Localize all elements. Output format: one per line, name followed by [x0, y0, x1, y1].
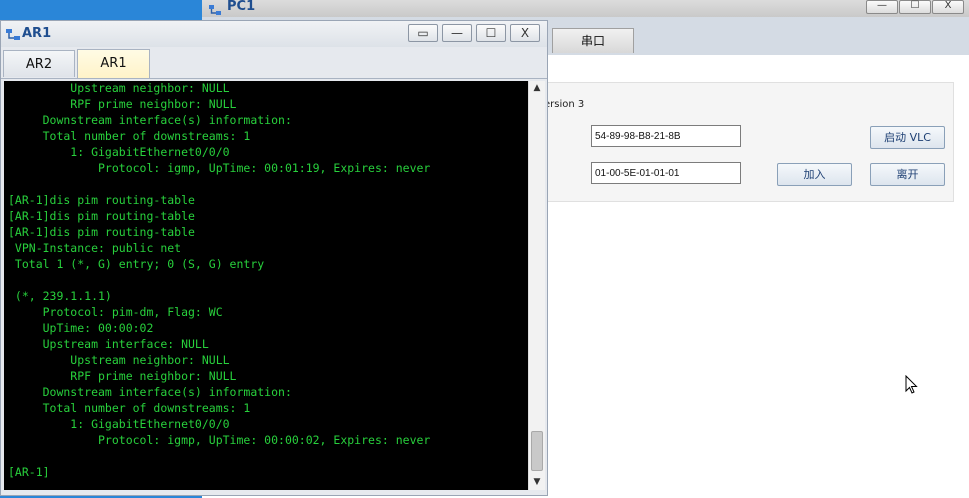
multicast-group-field[interactable]: 01-00-5E-01-01-01: [591, 162, 741, 184]
pc1-titlebar[interactable]: PC1 — ☐ X: [202, 0, 969, 17]
console-line: [AR-1]dis pim routing-table: [8, 225, 195, 239]
console-line: Upstream neighbor: NULL: [8, 81, 230, 95]
console-tabs: AR2 AR1: [1, 47, 547, 79]
console-line: Upstream neighbor: NULL: [8, 353, 230, 367]
console-line: Protocol: igmp, UpTime: 00:01:19, Expire…: [8, 161, 431, 175]
version-label: ersion 3: [544, 99, 585, 110]
network-device-icon: [208, 2, 222, 15]
pc1-minimize-button[interactable]: —: [866, 0, 898, 14]
tab-serial[interactable]: 串口: [552, 28, 634, 53]
ar1-title: AR1: [22, 26, 52, 41]
leave-button[interactable]: 离开: [870, 163, 945, 186]
console-line: (*, 239.1.1.1): [8, 289, 112, 303]
console-line: Protocol: igmp, UpTime: 00:00:02, Expire…: [8, 433, 431, 447]
router-icon: [5, 27, 21, 42]
console-line: RPF prime neighbor: NULL: [8, 369, 237, 383]
start-vlc-button[interactable]: 启动 VLC: [870, 126, 945, 149]
console-line: Upstream interface: NULL: [8, 337, 209, 351]
terminal-lines: Upstream neighbor: NULL RPF prime neighb…: [8, 81, 430, 480]
console-line: UpTime: 00:00:02: [8, 321, 154, 335]
ar1-minimize-button[interactable]: —: [442, 24, 472, 42]
ar1-titlebar[interactable]: AR1 ▭ — ☐ X: [1, 21, 547, 47]
console-line: [AR-1]dis pim routing-table: [8, 209, 195, 223]
console-line: Downstream interface(s) information:: [8, 113, 292, 127]
console-line: Total 1 (*, G) entry; 0 (S, G) entry: [8, 257, 265, 271]
console-line: Protocol: pim-dm, Flag: WC: [8, 305, 223, 319]
console-line: VPN-Instance: public net: [8, 241, 182, 255]
tab-ar2[interactable]: AR2: [3, 50, 75, 77]
scrollbar-thumb[interactable]: [531, 431, 543, 471]
terminal-output[interactable]: Upstream neighbor: NULL RPF prime neighb…: [4, 81, 528, 490]
mouse-pointer-icon: [905, 375, 918, 394]
scroll-down-icon[interactable]: ▼: [529, 475, 545, 489]
pc1-close-button[interactable]: X: [932, 0, 964, 14]
ar1-close-button[interactable]: X: [510, 24, 540, 42]
restore-icon[interactable]: ▭: [408, 24, 438, 42]
console-line: 1: GigabitEthernet0/0/0: [8, 417, 230, 431]
pc1-title: PC1: [227, 0, 256, 14]
console-line: [AR-1]dis pim routing-table: [8, 193, 195, 207]
tab-ar1[interactable]: AR1: [77, 49, 150, 78]
console-line: Total number of downstreams: 1: [8, 129, 251, 143]
join-button[interactable]: 加入: [777, 163, 852, 186]
scroll-up-icon[interactable]: ▲: [529, 81, 545, 95]
console-line: 1: GigabitEthernet0/0/0: [8, 145, 230, 159]
ar1-console-window: AR1 ▭ — ☐ X AR2 AR1 Upstream neighbor: N…: [0, 20, 548, 496]
console-line: Total number of downstreams: 1: [8, 401, 251, 415]
mac-address-field[interactable]: 54-89-98-B8-21-8B: [591, 125, 741, 147]
console-line: Downstream interface(s) information:: [8, 385, 292, 399]
console-line: [AR-1]: [8, 465, 50, 479]
console-line: RPF prime neighbor: NULL: [8, 97, 237, 111]
ar1-maximize-button[interactable]: ☐: [476, 24, 506, 42]
pc1-maximize-button[interactable]: ☐: [899, 0, 931, 14]
console-scrollbar[interactable]: ▲ ▼: [528, 81, 545, 490]
